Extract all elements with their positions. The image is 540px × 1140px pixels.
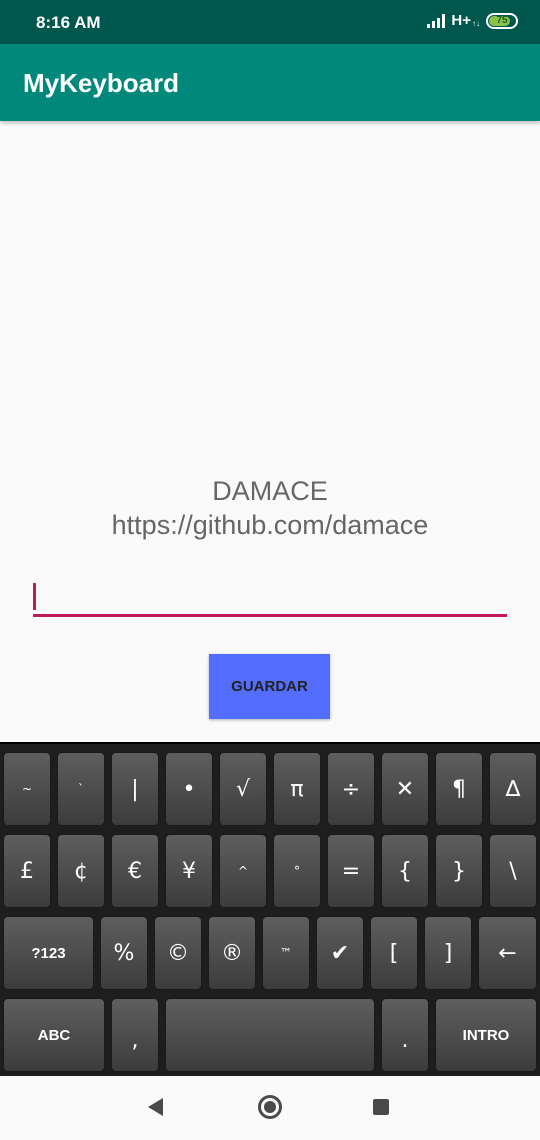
key-sqrt[interactable]: √ — [219, 752, 267, 826]
key-registered[interactable]: ® — [208, 916, 256, 990]
status-time: 8:16 AM — [36, 13, 101, 32]
key-euro[interactable]: € — [111, 834, 159, 908]
key-backslash[interactable]: \ — [489, 834, 537, 908]
key-pipe[interactable]: | — [111, 752, 159, 826]
save-button[interactable]: GUARDAR — [209, 654, 330, 719]
data-activity-icon: ↑↓ — [472, 19, 480, 28]
key-cent[interactable]: ¢ — [57, 834, 105, 908]
status-bar: 8:16 AM H+ ↑↓ 75 — [0, 0, 540, 44]
info-name: DAMACE — [212, 476, 328, 506]
key-pilcrow[interactable]: ¶ — [435, 752, 483, 826]
back-icon[interactable] — [148, 1098, 163, 1116]
backspace-icon[interactable]: ← — [478, 916, 537, 990]
key-divide[interactable]: ÷ — [327, 752, 375, 826]
key-copyright[interactable]: © — [154, 916, 202, 990]
text-cursor — [33, 583, 36, 610]
info-text: DAMACE https://github.com/damace — [0, 474, 540, 542]
key-pi[interactable]: π — [273, 752, 321, 826]
key-backtick[interactable]: ` — [57, 752, 105, 826]
key-pound[interactable]: £ — [3, 834, 51, 908]
recent-apps-icon[interactable] — [373, 1099, 389, 1115]
network-type: H+ — [451, 12, 471, 29]
info-url: https://github.com/damace — [111, 510, 429, 540]
key-percent[interactable]: % — [100, 916, 148, 990]
home-icon[interactable] — [258, 1095, 282, 1119]
battery-icon: 75 — [486, 12, 518, 29]
key-open-bracket[interactable]: [ — [370, 916, 418, 990]
status-icons: H+ ↑↓ 75 — [427, 12, 518, 29]
key-checkmark[interactable]: ✔ — [316, 916, 364, 990]
key-degree[interactable]: ° — [273, 834, 321, 908]
signal-icon — [427, 13, 446, 28]
key-space[interactable] — [165, 998, 375, 1072]
key-multiply[interactable]: ✕ — [381, 752, 429, 826]
key-close-bracket[interactable]: ] — [424, 916, 472, 990]
key-trademark[interactable]: ™ — [262, 916, 310, 990]
key-caret[interactable]: ^ — [219, 834, 267, 908]
key-numeric-mode[interactable]: ?123 — [3, 916, 94, 990]
app-title: MyKeyboard — [23, 68, 180, 98]
key-tilde[interactable]: ~ — [3, 752, 51, 826]
key-equals[interactable]: = — [327, 834, 375, 908]
key-enter[interactable]: INTRO — [435, 998, 537, 1072]
key-comma[interactable]: , — [111, 998, 159, 1072]
text-input[interactable] — [33, 580, 507, 618]
key-alphabet-mode[interactable]: ABC — [3, 998, 105, 1072]
app-bar: MyKeyboard — [0, 44, 540, 121]
symbol-keyboard: ~ ` | • √ π ÷ ✕ ¶ ∆ £ ¢ € ¥ ^ ° = { } \ … — [0, 742, 540, 1076]
navigation-bar — [0, 1076, 540, 1140]
key-period[interactable]: . — [381, 998, 429, 1072]
key-open-brace[interactable]: { — [381, 834, 429, 908]
key-delta[interactable]: ∆ — [489, 752, 537, 826]
text-input-underline — [33, 614, 507, 617]
key-yen[interactable]: ¥ — [165, 834, 213, 908]
battery-percent: 75 — [496, 15, 508, 26]
key-close-brace[interactable]: } — [435, 834, 483, 908]
key-bullet[interactable]: • — [165, 752, 213, 826]
